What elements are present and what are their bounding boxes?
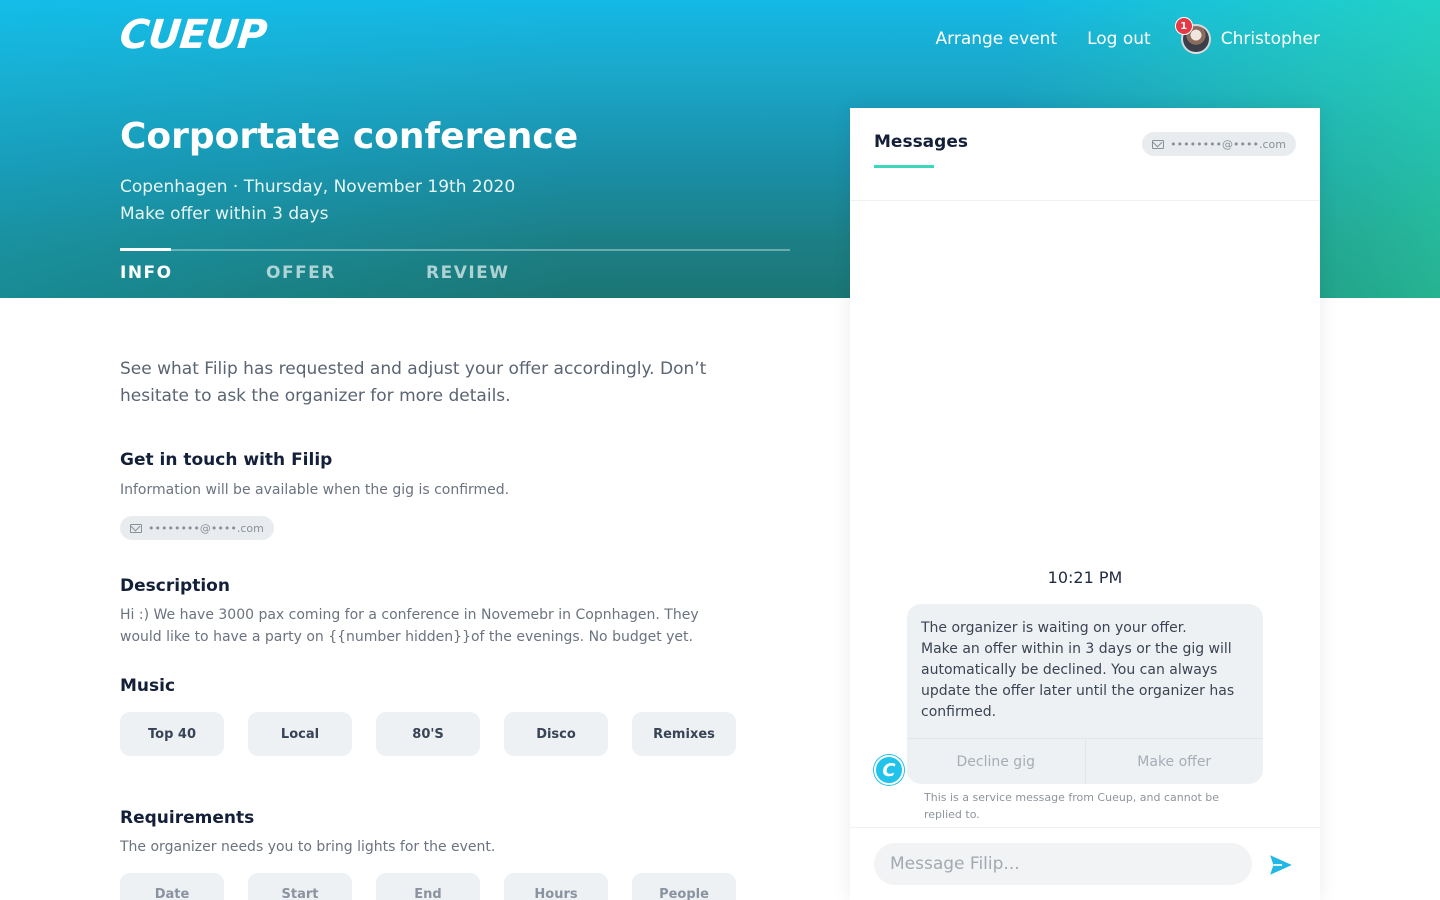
- info-content: See what Filip has requested and adjust …: [120, 356, 760, 900]
- cueup-bot-icon: C: [874, 755, 904, 785]
- service-message-bubble: The organizer is waiting on your offer. …: [907, 604, 1263, 784]
- service-message-text: The organizer is waiting on your offer. …: [921, 620, 1235, 720]
- description-heading: Description: [120, 576, 230, 596]
- requirements-heading: Requirements: [120, 808, 255, 828]
- avatar[interactable]: 1: [1174, 17, 1211, 54]
- requirement-column: Hours: [504, 873, 608, 900]
- messages-panel: Messages ••••••••@••••.com 10:21 PM The …: [850, 108, 1320, 900]
- envelope-icon: [1152, 139, 1165, 149]
- music-tags: Top 40 Local 80'S Disco Remixes: [120, 712, 760, 756]
- message-actions: Decline gig Make offer: [907, 738, 1263, 784]
- user-name[interactable]: Christopher: [1221, 29, 1320, 49]
- arrange-event-link[interactable]: Arrange event: [936, 29, 1058, 49]
- active-tab-indicator: [120, 248, 171, 251]
- tab-info[interactable]: INFO: [120, 263, 173, 283]
- composer-divider: [850, 827, 1320, 828]
- event-location-date: Copenhagen · Thursday, November 19th 202…: [120, 177, 516, 197]
- tab-review[interactable]: REVIEW: [426, 263, 510, 283]
- notification-badge: 1: [1174, 17, 1193, 35]
- cueup-logo[interactable]: CUEUP: [118, 12, 269, 58]
- requirement-column: Date: [120, 873, 224, 900]
- music-tag: Local: [248, 712, 352, 756]
- contact-email-chip: ••••••••@••••.com: [120, 516, 274, 540]
- music-tag: Disco: [504, 712, 608, 756]
- messages-title: Messages: [874, 132, 968, 152]
- requirement-column: Start: [248, 873, 352, 900]
- top-navigation: Arrange event Log out 1 Christopher: [906, 17, 1320, 54]
- messages-header: Messages ••••••••@••••.com: [850, 108, 1320, 201]
- requirement-column: End: [376, 873, 480, 900]
- requirements-text: The organizer needs you to bring lights …: [120, 839, 496, 855]
- log-out-link[interactable]: Log out: [1087, 29, 1151, 49]
- contact-heading: Get in touch with Filip: [120, 450, 333, 470]
- music-tag: Remixes: [632, 712, 736, 756]
- message-timestamp: 10:21 PM: [1047, 568, 1123, 587]
- tabs-divider: [120, 249, 790, 251]
- page-title: Corportate conference: [120, 116, 579, 157]
- user-menu[interactable]: 1 Christopher: [1174, 17, 1320, 54]
- music-tag: Top 40: [120, 712, 224, 756]
- contact-email: ••••••••@••••.com: [148, 521, 264, 535]
- offer-deadline: Make offer within 3 days: [120, 204, 329, 224]
- make-offer-button[interactable]: Make offer: [1086, 739, 1264, 784]
- message-input[interactable]: [874, 843, 1252, 885]
- requirement-column: People: [632, 873, 736, 900]
- music-tag: 80'S: [376, 712, 480, 756]
- tab-offer[interactable]: OFFER: [266, 263, 336, 283]
- music-heading: Music: [120, 676, 176, 696]
- service-note: This is a service message from Cueup, an…: [924, 791, 1220, 821]
- decline-gig-button[interactable]: Decline gig: [907, 739, 1086, 784]
- send-icon[interactable]: [1268, 852, 1294, 878]
- envelope-icon: [130, 523, 142, 533]
- description-text: Hi :) We have 3000 pax coming for a conf…: [120, 607, 699, 645]
- intro-text: See what Filip has requested and adjust …: [120, 359, 707, 406]
- event-subtitle: Copenhagen · Thursday, November 19th 202…: [120, 174, 515, 228]
- organizer-email: ••••••••@••••.com: [1170, 137, 1286, 151]
- organizer-email-chip: ••••••••@••••.com: [1142, 132, 1296, 156]
- requirement-columns: Date Start End Hours People: [120, 873, 760, 900]
- contact-note: Information will be available when the g…: [120, 482, 510, 498]
- messages-title-underline: [874, 165, 934, 168]
